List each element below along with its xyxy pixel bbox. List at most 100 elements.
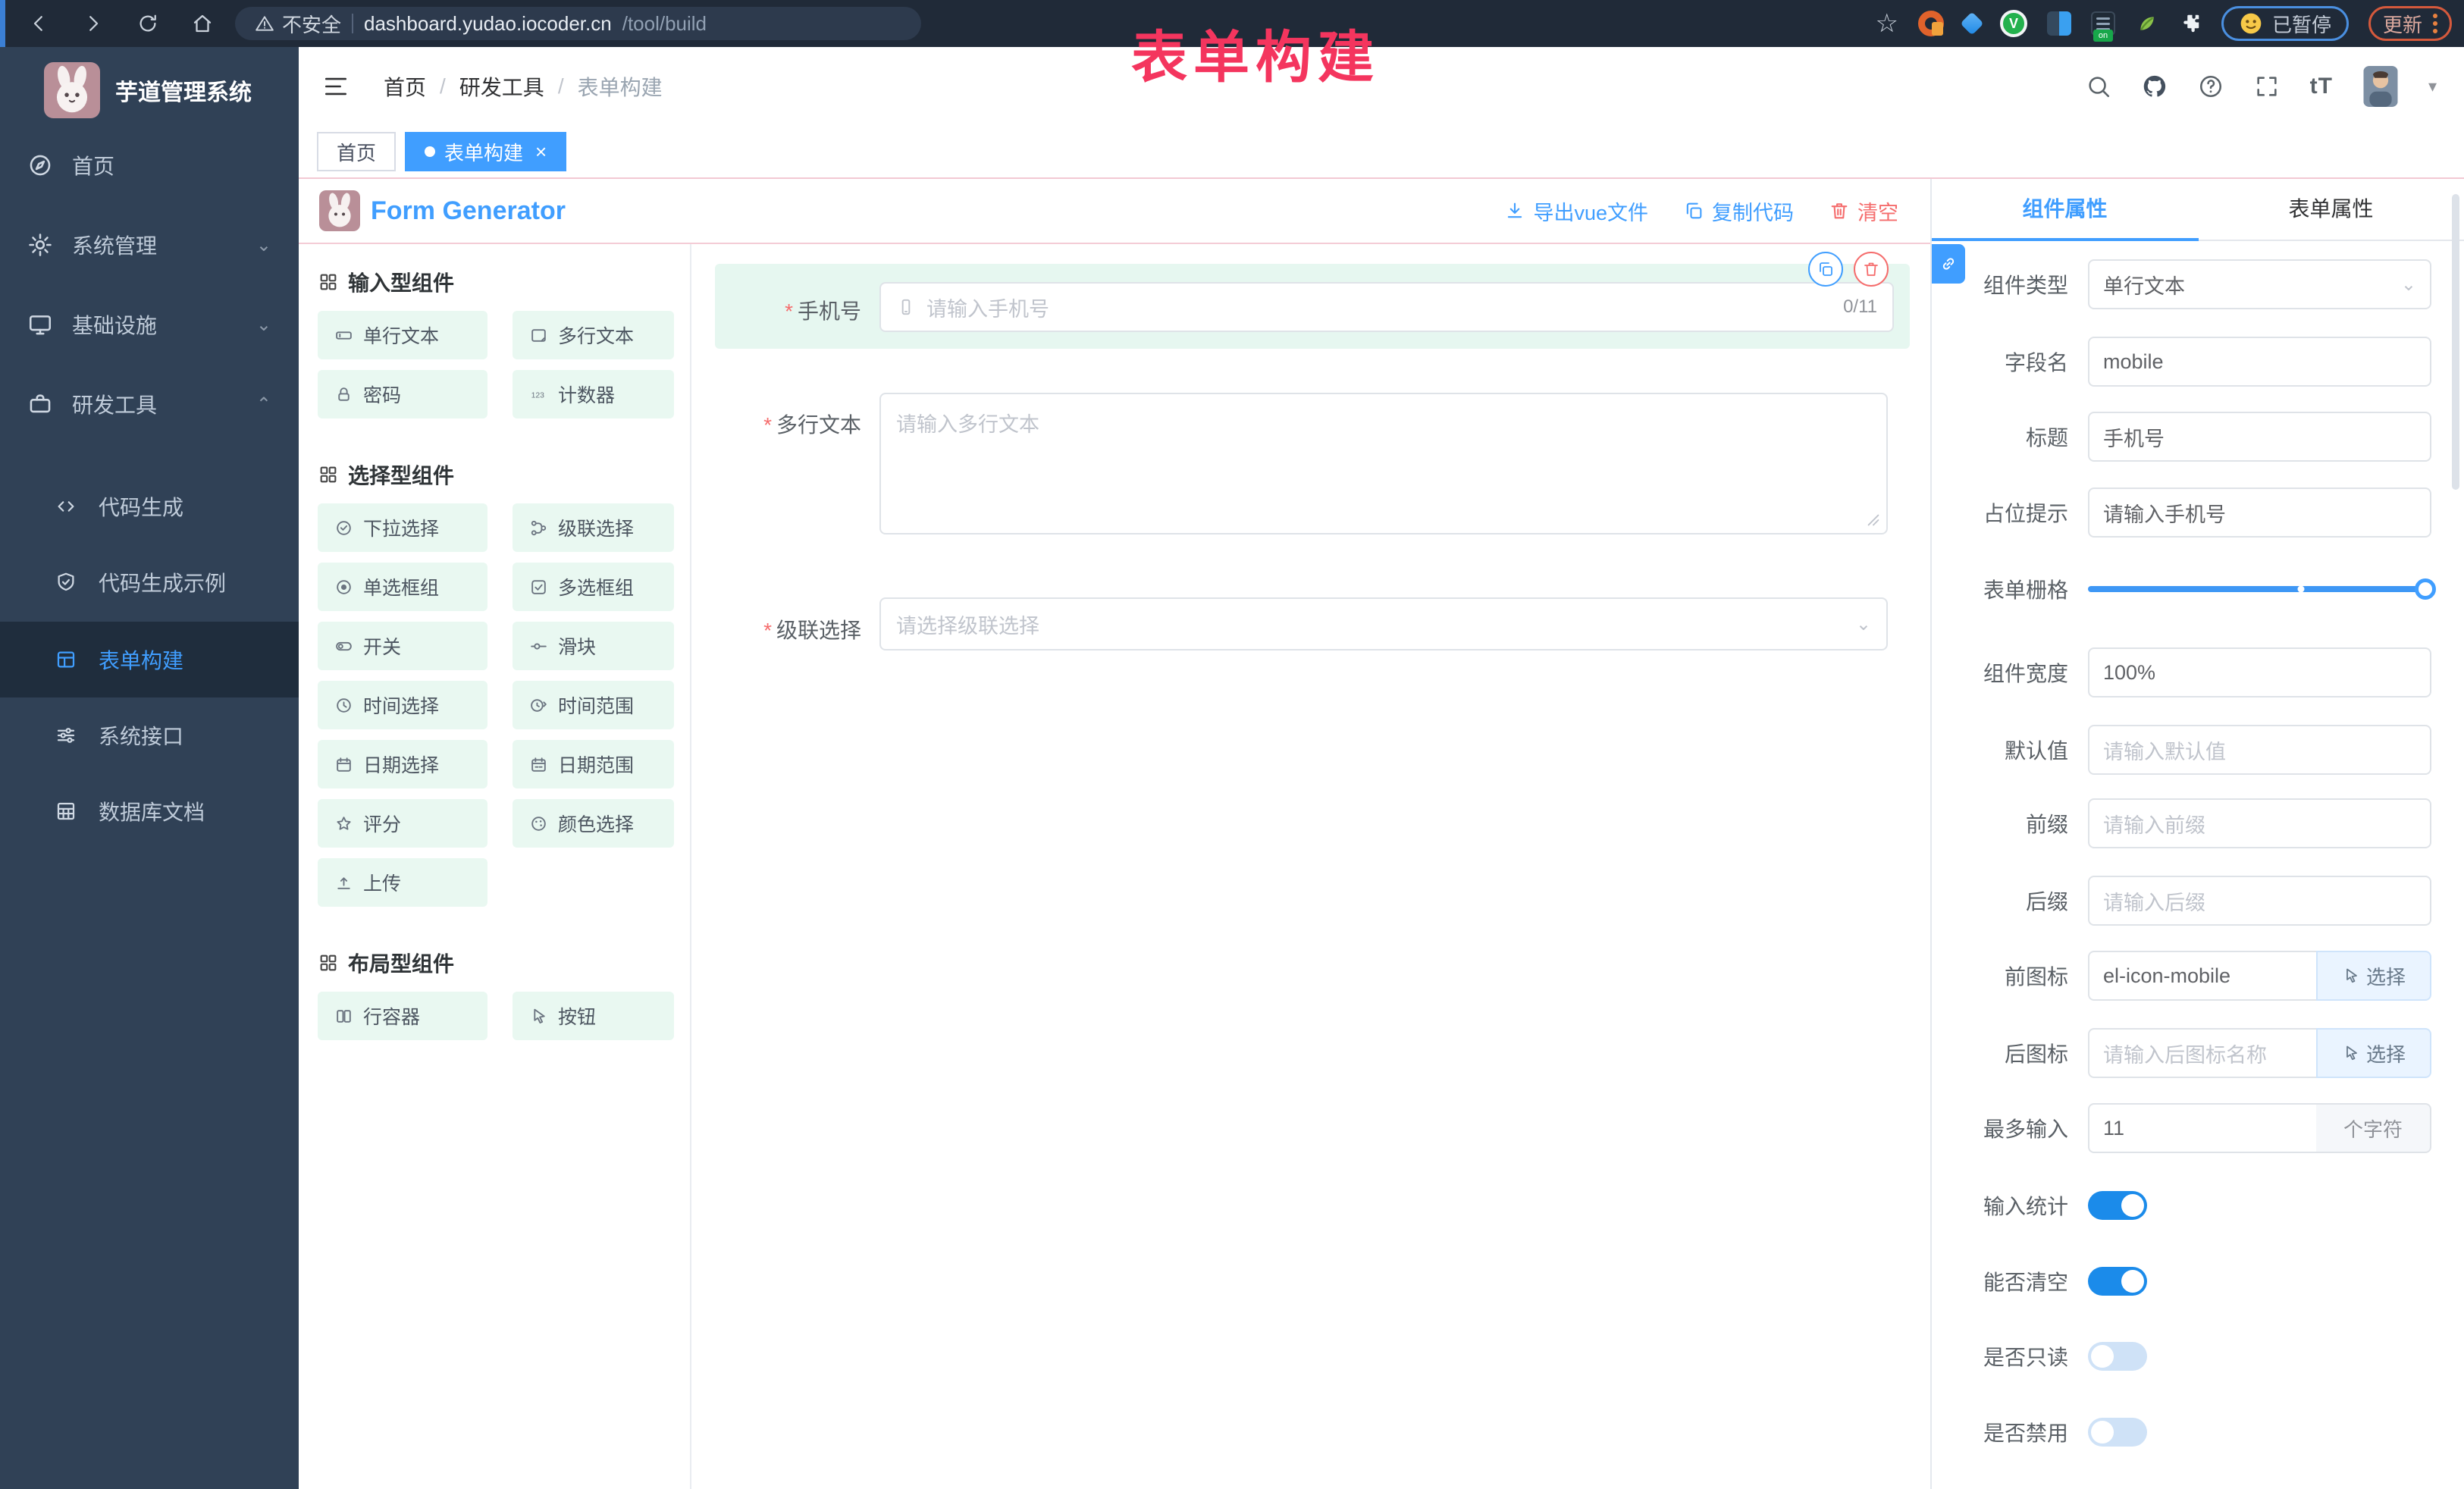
prefix-input[interactable]: 请输入前缀 [2088,798,2431,848]
close-tab-icon[interactable]: × [535,140,547,164]
default-input[interactable]: 请输入默认值 [2088,725,2431,775]
extension-split-icon[interactable] [2047,11,2071,36]
generator-title[interactable]: Form Generator [371,196,566,226]
sidebar-item-infra[interactable]: 基础设施 ⌄ [0,287,299,362]
width-input[interactable]: 100% [2088,647,2431,697]
canvas-field-mobile[interactable]: *手机号 请输入手机号 0/11 [715,264,1910,349]
breadcrumb-home[interactable]: 首页 [384,71,426,102]
sidebar-subitem-system-api[interactable]: 系统接口 [0,697,299,773]
browser-back-icon[interactable] [26,11,52,36]
extension-on-icon[interactable]: on [2091,11,2115,36]
max-length-input[interactable]: 11 [2088,1103,2316,1153]
extension-leaf-icon[interactable] [2135,11,2159,36]
github-icon[interactable] [2142,74,2168,99]
clear-button[interactable]: 清空 [1829,196,1898,226]
suffix-icon-select-button[interactable]: 选择 [2316,1028,2431,1078]
security-chip[interactable]: 不安全 [255,10,341,38]
component-chip-counter[interactable]: 123计数器 [513,370,674,418]
component-chip-button[interactable]: 按钮 [513,992,674,1040]
section-input-components: 输入型组件 [318,267,672,297]
sidebar-subitem-codegen-demo[interactable]: 代码生成示例 [0,544,299,620]
prefix-icon-input[interactable]: el-icon-mobile [2088,951,2316,1001]
fullscreen-icon[interactable] [2254,74,2280,99]
duplicate-field-button[interactable] [1808,252,1843,287]
sidebar-subitem-form-builder[interactable]: 表单构建 [0,622,299,697]
delete-field-button[interactable] [1854,252,1889,287]
cascader-field[interactable]: 请选择级联选择 ⌄ [879,597,1888,650]
component-type-select[interactable]: 单行文本⌄ [2088,259,2431,309]
cursor-icon [529,1007,548,1026]
browser-home-icon[interactable] [190,11,215,36]
component-chip-select[interactable]: 下拉选择 [318,503,487,552]
sidebar-item-label: 系统管理 [72,230,157,260]
extensions-puzzle-icon[interactable] [2179,12,2202,35]
copy-code-button[interactable]: 复制代码 [1683,196,1794,226]
sidebar-item-home[interactable]: 首页 [0,127,299,203]
form-canvas[interactable]: *手机号 请输入手机号 0/11 *多行文本 请输入多行文本 *级联选择 请选择… [691,244,1930,1489]
toggle-word-limit[interactable] [2088,1191,2147,1220]
sidebar-item-devtools[interactable]: 研发工具 ⌃ [0,366,299,442]
component-chip-checkbox-group[interactable]: 多选框组 [513,563,674,611]
extension-orange-icon[interactable] [1918,11,1944,36]
address-bar[interactable]: 不安全 dashboard.yudao.iocoder.cn/tool/buil… [235,7,921,40]
profile-paused-chip[interactable]: 已暂停 [2221,6,2349,41]
browser-update-button[interactable]: 更新 [2368,6,2452,41]
generator-logo[interactable] [319,190,360,231]
link-handle[interactable] [1932,244,1965,284]
component-chip-password[interactable]: 密码 [318,370,487,418]
sidebar-subitem-codegen[interactable]: 代码生成 [0,469,299,544]
font-size-icon[interactable]: tT [2310,74,2333,99]
search-icon[interactable] [2086,74,2111,99]
component-chip-upload[interactable]: 上传 [318,858,487,907]
tab-form-props[interactable]: 表单属性 [2198,179,2464,240]
toggle-disabled[interactable] [2088,1418,2147,1447]
sidebar-item-system[interactable]: 系统管理 ⌄ [0,207,299,283]
browser-forward-icon[interactable] [80,11,106,36]
properties-panel: 组件属性 表单属性 组件类型 单行文本⌄ 字段名 mobile 标题 手机号 占… [1930,179,2464,1489]
tab-component-props[interactable]: 组件属性 [1932,179,2198,240]
tab-form-builder[interactable]: 表单构建 × [405,132,566,171]
help-icon[interactable] [2198,74,2224,99]
collapse-menu-icon[interactable] [321,74,350,99]
resize-handle-icon[interactable] [1867,513,1880,527]
slider-handle[interactable] [2415,578,2436,600]
component-chip-cascader[interactable]: 级联选择 [513,503,674,552]
toggle-clearable[interactable] [2088,1267,2147,1296]
panel-scrollbar[interactable] [2452,194,2459,490]
component-chip-single-text[interactable]: 单行文本 [318,311,487,359]
component-chip-radio-group[interactable]: 单选框组 [318,563,487,611]
browser-menu-icon[interactable] [2433,14,2437,33]
title-input[interactable]: 手机号 [2088,412,2431,462]
prop-row-show-word-limit: 输入统计 [1932,1180,2431,1230]
toggle-readonly[interactable] [2088,1342,2147,1371]
browser-reload-icon[interactable] [135,11,161,36]
bookmark-star-icon[interactable]: ☆ [1875,8,1898,39]
component-chip-switch[interactable]: 开关 [318,622,487,670]
max-length-unit: 个字符 [2316,1103,2431,1153]
component-chip-date-range[interactable]: 日期范围 [513,740,674,788]
breadcrumb-devtools[interactable]: 研发工具 [459,71,544,102]
component-chip-time-range[interactable]: 时间范围 [513,681,674,729]
component-chip-time-picker[interactable]: 时间选择 [318,681,487,729]
mobile-input[interactable]: 请输入手机号 0/11 [879,282,1894,332]
textarea-field[interactable]: 请输入多行文本 [879,393,1888,534]
avatar-caret-icon[interactable]: ▾ [2428,77,2437,96]
component-chip-slider[interactable]: 滑块 [513,622,674,670]
extension-v-icon[interactable]: V [2000,10,2027,37]
suffix-icon-input[interactable]: 请输入后图标名称 [2088,1028,2316,1078]
extension-gem-icon[interactable] [1960,11,1983,35]
field-name-input[interactable]: mobile [2088,337,2431,387]
tab-home[interactable]: 首页 [317,132,396,171]
form-grid-slider[interactable] [2088,586,2431,592]
user-avatar[interactable] [2363,66,2398,107]
component-chip-textarea[interactable]: 多行文本 [513,311,674,359]
prefix-icon-select-button[interactable]: 选择 [2316,951,2431,1001]
suffix-input[interactable]: 请输入后缀 [2088,876,2431,926]
component-chip-date-picker[interactable]: 日期选择 [318,740,487,788]
component-chip-rate[interactable]: 评分 [318,799,487,848]
sidebar-subitem-db-doc[interactable]: 数据库文档 [0,773,299,849]
component-chip-row-container[interactable]: 行容器 [318,992,487,1040]
placeholder-input[interactable]: 请输入手机号 [2088,487,2431,538]
export-vue-button[interactable]: 导出vue文件 [1504,196,1648,226]
component-chip-color-picker[interactable]: 颜色选择 [513,799,674,848]
